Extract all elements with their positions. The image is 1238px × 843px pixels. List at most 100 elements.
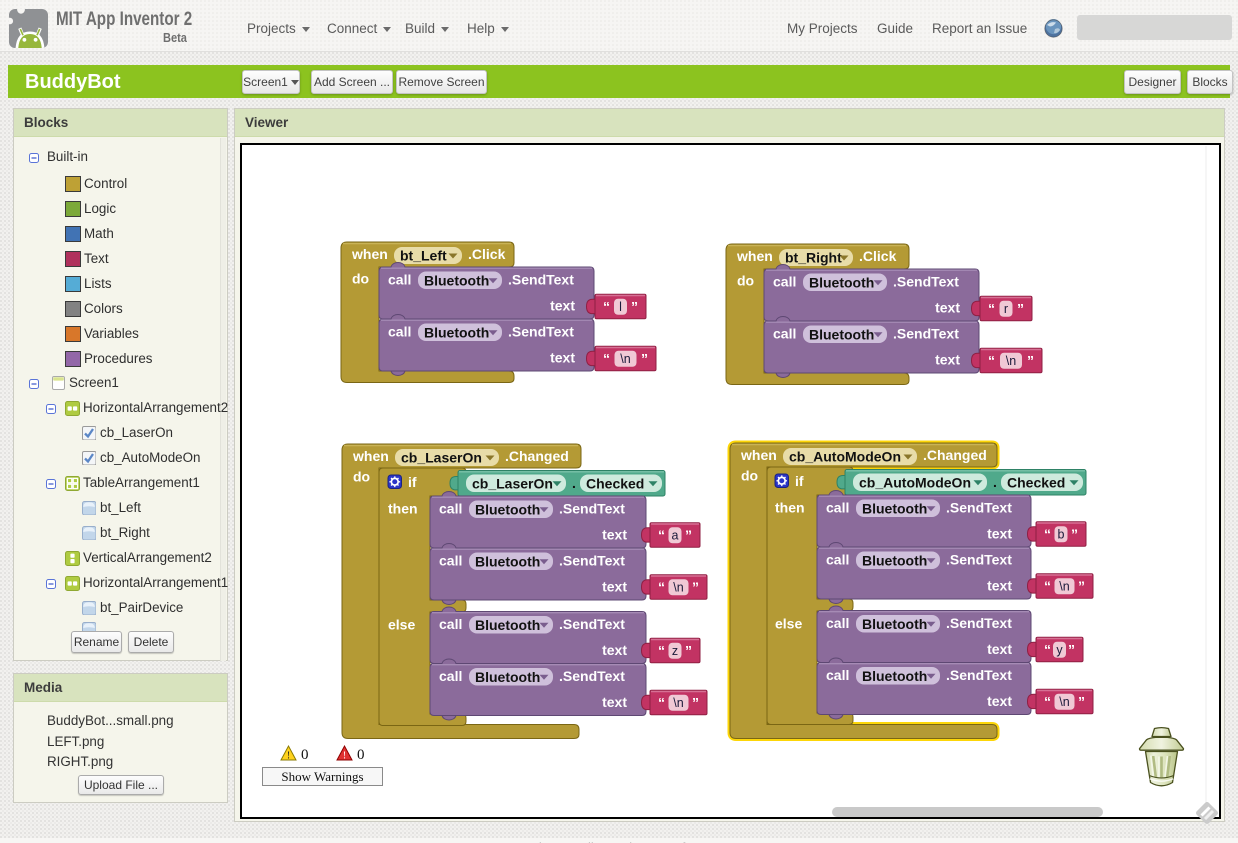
svg-text:.SendText: .SendText	[946, 552, 1012, 568]
svg-text:else: else	[388, 617, 415, 633]
svg-text:.Changed: .Changed	[923, 447, 987, 463]
svg-text:text: text	[987, 693, 1012, 709]
svg-text:0: 0	[357, 747, 365, 763]
svg-text:do: do	[741, 468, 758, 484]
svg-text:.SendText: .SendText	[893, 326, 959, 342]
svg-text:“: “	[1044, 693, 1051, 709]
svg-text:when: when	[736, 248, 773, 264]
svg-text:y: y	[1056, 643, 1063, 657]
svg-text:Checked: Checked	[1007, 474, 1065, 490]
svg-text:.Click: .Click	[468, 246, 506, 262]
svg-text:.SendText: .SendText	[946, 667, 1012, 683]
svg-text:text: text	[550, 350, 575, 366]
svg-text:else: else	[775, 616, 802, 632]
svg-text:“: “	[658, 642, 665, 658]
svg-text:r: r	[1004, 302, 1008, 316]
svg-text:.SendText: .SendText	[946, 615, 1012, 631]
svg-text:text: text	[935, 352, 960, 368]
svg-text:”: ”	[1071, 526, 1078, 542]
svg-text:.SendText: .SendText	[508, 324, 574, 340]
svg-text:“: “	[658, 579, 665, 595]
svg-text:b: b	[1058, 527, 1065, 541]
svg-text:\n: \n	[620, 352, 630, 366]
svg-text:call: call	[826, 667, 849, 683]
svg-text:Checked: Checked	[586, 475, 644, 491]
svg-text:Bluetooth: Bluetooth	[809, 326, 874, 342]
svg-text:”: ”	[1027, 352, 1034, 368]
svg-text:.SendText: .SendText	[559, 553, 625, 569]
svg-text:cb_AutoModeOn: cb_AutoModeOn	[789, 449, 901, 465]
svg-text:call: call	[439, 553, 462, 569]
svg-text:“: “	[1044, 526, 1051, 542]
svg-text:Bluetooth: Bluetooth	[475, 501, 540, 517]
svg-text:“: “	[1044, 641, 1051, 657]
svg-text:“: “	[603, 298, 610, 314]
svg-text:“: “	[603, 350, 610, 366]
svg-text:l: l	[619, 300, 622, 314]
svg-text:”: ”	[631, 298, 638, 314]
svg-text:bt_Right: bt_Right	[785, 250, 842, 266]
svg-text:”: ”	[1017, 300, 1024, 316]
svg-text:call: call	[826, 615, 849, 631]
svg-text:call: call	[826, 500, 849, 516]
svg-text:.SendText: .SendText	[946, 500, 1012, 516]
svg-text:.SendText: .SendText	[508, 272, 574, 288]
svg-text:call: call	[439, 668, 462, 684]
svg-text:cb_LaserOn: cb_LaserOn	[472, 475, 553, 491]
svg-text:.SendText: .SendText	[559, 616, 625, 632]
svg-text:“: “	[988, 352, 995, 368]
svg-text:!: !	[287, 751, 290, 762]
svg-text:.SendText: .SendText	[893, 274, 959, 290]
svg-text:when: when	[351, 246, 388, 262]
svg-text:Bluetooth: Bluetooth	[475, 669, 540, 685]
svg-text:\n: \n	[673, 696, 683, 710]
svg-text:“: “	[658, 694, 665, 710]
svg-text:.Changed: .Changed	[505, 448, 569, 464]
svg-text:.Click: .Click	[859, 248, 897, 264]
svg-text:cb_AutoModeOn: cb_AutoModeOn	[859, 474, 971, 490]
svg-text:”: ”	[692, 579, 699, 595]
svg-text:”: ”	[692, 694, 699, 710]
svg-text:when: when	[740, 447, 777, 463]
svg-text:do: do	[352, 271, 369, 287]
svg-text:call: call	[439, 501, 462, 517]
svg-text:“: “	[658, 527, 665, 543]
svg-text:call: call	[439, 616, 462, 632]
svg-text:Bluetooth: Bluetooth	[475, 617, 540, 633]
svg-text:.: .	[572, 475, 576, 491]
svg-text:”: ”	[1078, 693, 1085, 709]
svg-text:then: then	[775, 500, 805, 516]
svg-text:\n: \n	[1059, 579, 1069, 593]
svg-text:Bluetooth: Bluetooth	[862, 552, 927, 568]
svg-text:z: z	[672, 644, 678, 658]
svg-text:text: text	[935, 300, 960, 316]
svg-text:do: do	[737, 273, 754, 289]
svg-text:\n: \n	[1059, 695, 1069, 709]
svg-text:Bluetooth: Bluetooth	[862, 500, 927, 516]
svg-text:if: if	[795, 473, 804, 489]
svg-text:text: text	[987, 578, 1012, 594]
svg-text:text: text	[550, 298, 575, 314]
svg-text:Bluetooth: Bluetooth	[475, 553, 540, 569]
svg-text:”: ”	[1068, 641, 1075, 657]
svg-text:do: do	[353, 469, 370, 485]
svg-text:.: .	[993, 474, 997, 490]
svg-text:call: call	[773, 274, 796, 290]
svg-text:”: ”	[1078, 578, 1085, 594]
svg-text:a: a	[672, 528, 679, 542]
svg-text:Bluetooth: Bluetooth	[809, 274, 874, 290]
svg-text:bt_Left: bt_Left	[400, 248, 447, 264]
svg-text:\n: \n	[673, 580, 683, 594]
svg-text:then: then	[388, 501, 418, 517]
svg-text:”: ”	[685, 642, 692, 658]
svg-text:if: if	[408, 474, 417, 490]
svg-text:!: !	[343, 751, 346, 762]
svg-text:“: “	[1044, 578, 1051, 594]
svg-text:.SendText: .SendText	[559, 668, 625, 684]
svg-text:call: call	[388, 272, 411, 288]
svg-text:.SendText: .SendText	[559, 501, 625, 517]
svg-text:cb_LaserOn: cb_LaserOn	[401, 450, 482, 466]
svg-text:text: text	[602, 642, 627, 658]
svg-text:text: text	[602, 694, 627, 710]
svg-text:0: 0	[301, 747, 309, 763]
